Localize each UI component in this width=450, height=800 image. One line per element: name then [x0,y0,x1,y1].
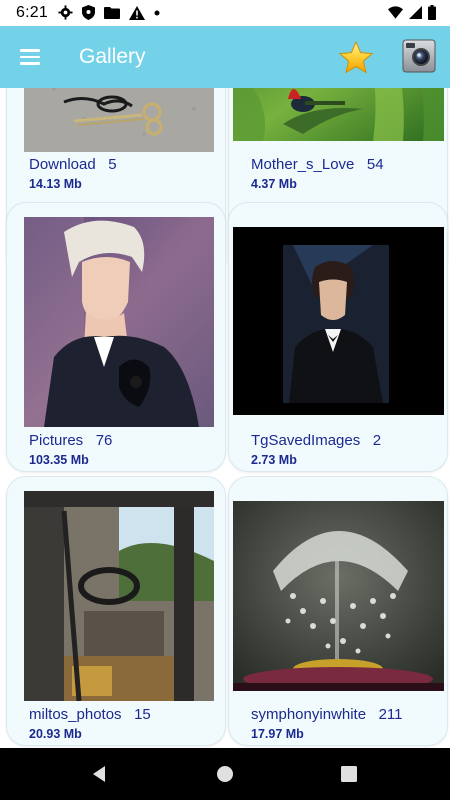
portrait-photo [24,217,214,427]
status-time: 6:21 [16,4,48,21]
recents-icon[interactable] [337,762,361,786]
wifi-icon [388,6,403,19]
menu-bar [20,55,40,59]
back-icon[interactable] [87,762,111,786]
navigation-bar [0,748,450,800]
album-title: Download 5 [29,156,117,173]
signal-icon [409,6,422,19]
album-size: 2.73 Mb [251,453,297,467]
album-thumbnail [24,491,214,701]
album-name: miltos_photos [29,706,122,723]
album-card[interactable]: symphonyinwhite 211 17.97 Mb [228,476,448,746]
album-count: 5 [108,156,117,173]
album-title: miltos_photos 15 [29,706,151,723]
album-grid: Download 5 14.13 Mb Mother_s_Love 54 4.3… [0,88,450,748]
album-name: TgSavedImages [251,432,361,449]
menu-bar [20,49,40,52]
app-bar: Gallery [0,26,450,88]
gear-icon [58,5,73,20]
album-size: 17.97 Mb [251,727,304,741]
home-icon[interactable] [213,762,237,786]
status-bar: 6:21 [0,0,450,26]
album-count: 2 [372,432,382,449]
album-size: 20.93 Mb [29,727,82,741]
album-size: 103.35 Mb [29,453,89,467]
notification-icons [58,5,160,20]
album-size: 14.13 Mb [29,177,82,191]
album-title: Mother_s_Love 54 [251,156,384,173]
album-name: Mother_s_Love [251,156,355,173]
album-count: 211 [378,706,403,723]
camera-icon[interactable] [402,39,436,73]
album-size: 4.37 Mb [251,177,297,191]
album-thumbnail [233,227,444,415]
warning-icon [129,5,145,20]
water-drops-photo [233,501,444,691]
folder-icon [104,7,120,19]
shield-icon [82,5,95,20]
album-card[interactable]: miltos_photos 15 20.93 Mb [6,476,226,746]
album-count: 76 [95,432,113,449]
album-count: 54 [366,156,384,173]
album-name: symphonyinwhite [251,706,367,723]
album-title: Pictures 76 [29,432,112,449]
album-thumbnail [24,88,214,152]
page-title: Gallery [79,45,146,68]
album-title: TgSavedImages 2 [251,432,381,449]
album-count: 15 [134,706,151,723]
album-card[interactable]: TgSavedImages 2 2.73 Mb [228,202,448,472]
dot-icon [154,10,160,15]
album-name: Download [29,156,96,173]
album-thumbnail [233,88,444,141]
album-title: symphonyinwhite 211 [251,706,403,723]
album-name: Pictures [29,432,84,449]
menu-bar [20,62,40,65]
battery-icon [428,5,436,20]
album-thumbnail [233,501,444,691]
star-icon[interactable] [338,40,374,76]
scissors-photo [24,88,214,152]
album-thumbnail [24,217,214,427]
system-icons [388,5,436,20]
bird-photo [233,88,444,141]
menu-button[interactable] [12,39,48,75]
forklift-photo [24,491,214,701]
portrait-photo [233,227,444,415]
album-card[interactable]: Pictures 76 103.35 Mb [6,202,226,472]
